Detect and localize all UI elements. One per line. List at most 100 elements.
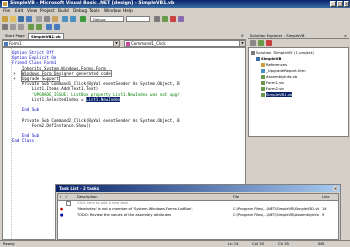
next-bookmark-icon[interactable]: [54, 24, 60, 30]
code-line[interactable]: List1.SelectedIndex = List1.NewIndex: [12, 96, 121, 102]
tree-node-label: References: [266, 62, 288, 67]
class-name-combo[interactable]: Form1 ▼: [2, 40, 120, 47]
object-list-icon[interactable]: [2, 24, 8, 30]
chevron-down-icon[interactable]: ▼: [113, 41, 119, 46]
file-icon: [261, 62, 265, 67]
task-list-title: Task List - 2 tasks: [59, 186, 100, 191]
menu-view[interactable]: View: [27, 9, 37, 14]
indent-icon[interactable]: [10, 24, 16, 30]
file-icon: [261, 68, 265, 73]
chevron-down-icon[interactable]: ▼: [239, 41, 245, 46]
code-line[interactable]: End Sub: [12, 107, 39, 112]
redo-icon[interactable]: [70, 16, 76, 22]
solution-config-dropdown[interactable]: Debug: [90, 16, 124, 22]
file-icon: [261, 86, 265, 91]
method-name-combo[interactable]: Command1_Click ▼: [124, 40, 246, 47]
window-title: SimpleVB - Microsoft Visual Basic .NET […: [10, 1, 175, 6]
cut-icon[interactable]: [36, 16, 42, 22]
menu-tools[interactable]: Tools: [89, 9, 100, 14]
status-column: Col 35: [252, 241, 265, 246]
code-line-text: End Sub: [12, 107, 40, 113]
menu-window[interactable]: Window: [104, 9, 121, 14]
tree-node-label: AssemblyInfo.vb: [266, 74, 298, 79]
tab-simplevb1[interactable]: SimpleVB1.vb: [28, 33, 64, 39]
copy-icon[interactable]: [44, 16, 50, 22]
solution-tree[interactable]: Solution 'SimpleVB' (1 project) SimpleVB R…: [248, 47, 349, 137]
toolbox-icon[interactable]: [178, 16, 184, 22]
menu-bar: File Edit View Project Build Debug Tools…: [0, 8, 350, 15]
task-list-grid: ! ✓ Description File Line Click here to …: [57, 193, 339, 240]
solution-explorer-toolbar: [248, 39, 349, 47]
menu-file[interactable]: File: [3, 9, 10, 14]
tab-start-page[interactable]: Start Page: [3, 33, 27, 39]
tree-node[interactable]: SimpleVB: [256, 56, 281, 61]
outdent-icon[interactable]: [18, 24, 24, 30]
tree-node[interactable]: Form1.vb: [261, 80, 284, 85]
paste-icon[interactable]: [52, 16, 58, 22]
tree-node[interactable]: Solution 'SimpleVB' (1 project): [251, 50, 314, 55]
close-task-list-icon[interactable]: ×: [333, 186, 338, 191]
maximize-button[interactable]: □: [337, 1, 343, 7]
find-combo[interactable]: [126, 16, 150, 22]
comment-icon[interactable]: [28, 24, 34, 30]
menu-edit[interactable]: Edit: [15, 9, 23, 14]
save-all-icon[interactable]: [26, 16, 32, 22]
menu-build[interactable]: Build: [58, 9, 69, 14]
menu-help[interactable]: Help: [123, 9, 133, 14]
method-name-value: Command1_Click: [131, 41, 166, 46]
file-icon: [261, 92, 265, 97]
properties-icon[interactable]: [266, 40, 272, 46]
code-line[interactable]: Form2.DefInstance.Show(): [12, 123, 91, 128]
file-icon: [251, 50, 255, 55]
navigation-bar: Form1 ▼ Command1_Click ▼: [2, 40, 246, 47]
toolbar-row-text-editor: [2, 24, 348, 31]
menu-project[interactable]: Project: [40, 9, 55, 14]
show-all-files-icon[interactable]: [250, 40, 256, 46]
tree-node[interactable]: References: [261, 62, 287, 67]
file-icon: [261, 74, 265, 79]
editor-gutter: [3, 48, 12, 239]
open-icon[interactable]: [10, 16, 16, 22]
status-char: Ch 35: [278, 241, 290, 246]
file-icon: [256, 56, 260, 61]
tree-node-label: _UpgradeReport.htm: [266, 68, 306, 73]
task-list-window: Task List - 2 tasks × ! ✓ Description Fi…: [55, 184, 341, 241]
task-description: TODO: Review the values of the assembly …: [77, 213, 172, 217]
tree-node[interactable]: Form2.vb: [261, 86, 284, 91]
solution-explorer-title: Solution Explorer - SimpleVB ×: [248, 32, 349, 39]
start-debug-icon[interactable]: [80, 16, 86, 22]
uncomment-icon[interactable]: [36, 24, 42, 30]
tree-node[interactable]: AssemblyInfo.vb: [261, 74, 297, 79]
tree-node[interactable]: _UpgradeReport.htm: [261, 68, 306, 73]
status-text: Ready: [3, 241, 15, 246]
properties-icon[interactable]: [170, 16, 176, 22]
tree-node-label: Form2.vb: [266, 86, 284, 91]
close-button[interactable]: x: [344, 1, 349, 7]
tree-node[interactable]: SimpleVB1.vb: [261, 92, 293, 97]
title-bar: SimpleVB - Microsoft Visual Basic .NET […: [0, 0, 350, 8]
solution-explorer-title-text: Solution Explorer - SimpleVB: [250, 33, 305, 38]
solution-explorer-icon[interactable]: [162, 16, 168, 22]
close-panel-icon[interactable]: ×: [344, 32, 347, 39]
status-line: Ln 14: [228, 241, 239, 246]
file-icon: [261, 80, 265, 85]
tree-node-label: SimpleVB: [261, 56, 282, 61]
undo-icon[interactable]: [62, 16, 68, 22]
refresh-icon[interactable]: [258, 40, 264, 46]
code-line[interactable]: End Class: [12, 138, 34, 143]
code-line-text: Form2.DefInstance.Show(): [12, 122, 91, 128]
toolbar: Debug: [0, 15, 350, 32]
minimize-button[interactable]: _: [330, 1, 336, 7]
menu-debug[interactable]: Debug: [73, 9, 87, 14]
tree-node-label: SimpleVB1.vb: [266, 92, 293, 97]
find-icon[interactable]: [154, 16, 160, 22]
task-row[interactable]: ■ TODO: Review the values of the assembl…: [58, 212, 338, 218]
task-file: C:\Program Files\...\NET\SimpleVB\Assemb…: [233, 213, 319, 217]
save-icon[interactable]: [18, 16, 24, 22]
close-doc-icon[interactable]: ×: [241, 33, 244, 38]
new-project-icon[interactable]: [2, 16, 8, 22]
task-list-title-bar[interactable]: Task List - 2 tasks ×: [56, 185, 340, 192]
code-line-text: List1.SelectedIndex =: [12, 96, 86, 102]
class-icon: [4, 42, 8, 46]
bookmark-icon[interactable]: [46, 24, 52, 30]
